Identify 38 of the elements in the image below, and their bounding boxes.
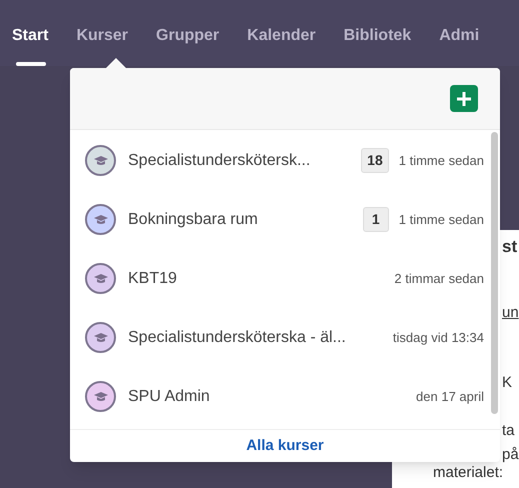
nav-tab[interactable]: Bibliotek: [344, 26, 412, 66]
panel-text: materialet:: [433, 463, 504, 483]
count-badge: 18: [361, 148, 389, 173]
graduation-cap-icon: [94, 156, 108, 166]
course-time: 1 timme sedan: [398, 152, 484, 170]
all-courses-link[interactable]: Alla kurser: [246, 434, 324, 458]
graduation-cap-icon: [94, 214, 108, 224]
course-time: 1 timme sedan: [398, 210, 484, 229]
plus-icon: [457, 92, 471, 106]
course-item[interactable]: Specialistunderskötersk... 18 1 timme sedan: [70, 131, 500, 190]
graduation-cap-icon: [94, 332, 108, 342]
panel-heading: st: [501, 236, 518, 258]
count-badge: 1: [362, 207, 389, 232]
course-name: Bokningsbara rum: [128, 210, 258, 230]
course-name: KBT19: [128, 268, 177, 288]
add-button[interactable]: [450, 85, 478, 112]
nav-tab[interactable]: Grupper: [156, 26, 220, 66]
nav-tab[interactable]: Start: [12, 26, 48, 66]
nav-tab[interactable]: Kalender: [247, 26, 316, 66]
nav-tab[interactable]: Kurser: [76, 26, 128, 66]
course-name: Specialistunderskötersk...: [128, 150, 310, 170]
course-time: tisdag vid 13:34: [392, 328, 484, 347]
course-item[interactable]: SPU Admin den 17 april: [70, 367, 500, 426]
course-name: SPU Admin: [128, 386, 210, 406]
panel-text: K: [502, 373, 512, 393]
course-time: den 17 april: [416, 388, 484, 406]
graduation-cap-icon: [94, 274, 108, 284]
panel-link[interactable]: un: [502, 303, 519, 323]
scrollbar[interactable]: [491, 132, 498, 414]
course-time: 2 timmar sedan: [394, 270, 484, 288]
course-item[interactable]: KBT19 2 timmar sedan: [70, 249, 500, 308]
course-name: Specialistundersköterska - äl...: [128, 328, 346, 348]
panel-text: ta: [502, 421, 515, 441]
graduation-cap-icon: [94, 392, 108, 402]
course-item[interactable]: Specialistundersköterska - äl... tisdag vid 13:34: [70, 308, 500, 367]
course-item[interactable]: Bokningsbara rum 1 1 timme sedan: [70, 190, 500, 249]
nav-tab[interactable]: Admi: [439, 26, 480, 66]
panel-text: på: [502, 445, 519, 465]
